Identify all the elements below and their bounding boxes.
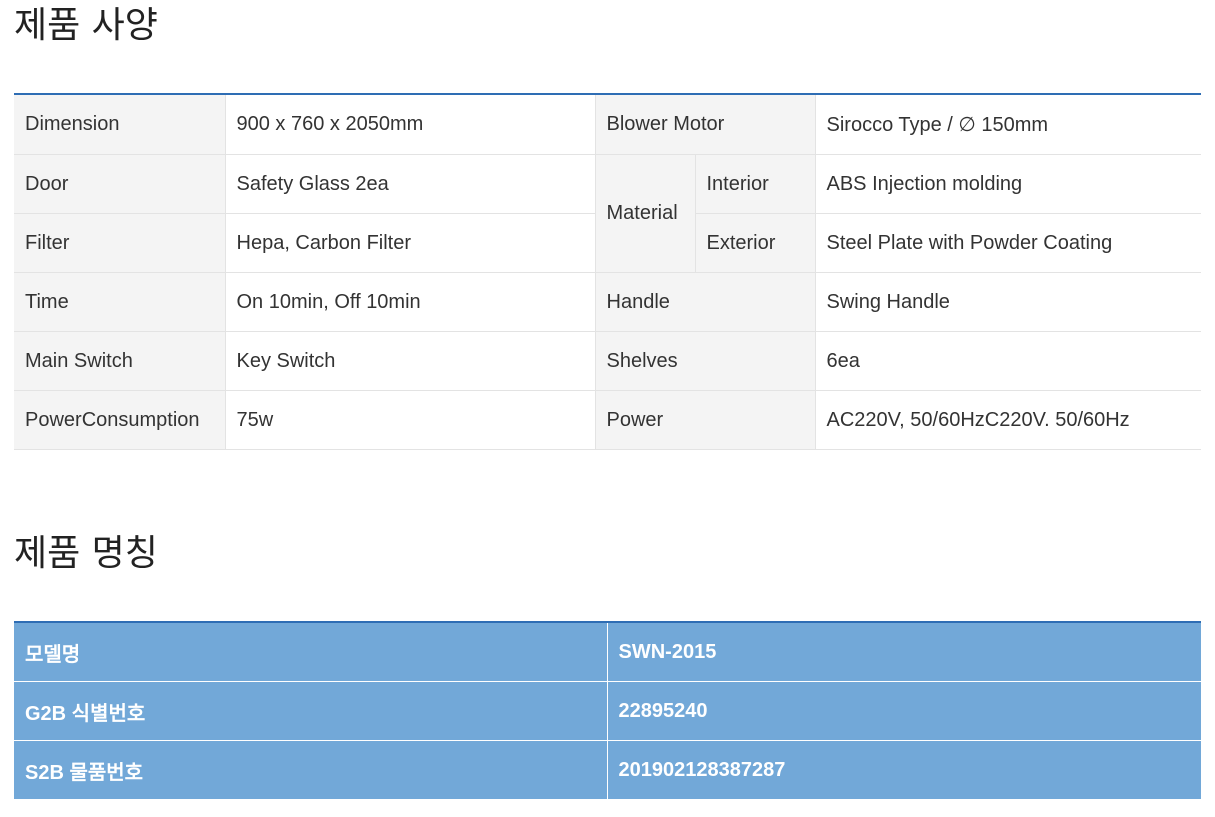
- spec-table: Dimension 900 x 760 x 2050mm Blower Moto…: [14, 93, 1201, 450]
- spec-label-handle: Handle: [595, 272, 816, 332]
- name-value-model: SWN-2015: [607, 622, 1201, 682]
- spec-value-main-switch: Key Switch: [225, 331, 596, 391]
- table-row: Main Switch Key Switch Shelves 6ea: [14, 331, 1201, 391]
- name-value-s2b: 201902128387287: [607, 740, 1201, 800]
- spec-label-shelves: Shelves: [595, 331, 816, 391]
- spec-label-power: Power: [595, 390, 816, 450]
- spec-label-blower-motor: Blower Motor: [595, 94, 816, 155]
- table-row: 모델명 SWN-2015: [14, 622, 1201, 682]
- table-row: G2B 식별번호 22895240: [14, 681, 1201, 741]
- table-row: Dimension 900 x 760 x 2050mm Blower Moto…: [14, 94, 1201, 155]
- name-section-title: 제품 명칭: [14, 533, 158, 574]
- spec-value-shelves: 6ea: [815, 331, 1201, 391]
- spec-value-dimension: 900 x 760 x 2050mm: [225, 94, 596, 155]
- spec-value-exterior: Steel Plate with Powder Coating: [815, 213, 1201, 273]
- spec-value-time: On 10min, Off 10min: [225, 272, 596, 332]
- spec-label-power-consumption: PowerConsumption: [14, 390, 226, 450]
- name-value-g2b: 22895240: [607, 681, 1201, 741]
- spec-value-interior: ABS Injection molding: [815, 154, 1201, 214]
- spec-label-main-switch: Main Switch: [14, 331, 226, 391]
- name-label-s2b: S2B 물품번호: [14, 740, 608, 800]
- spec-value-handle: Swing Handle: [815, 272, 1201, 332]
- spec-label-filter: Filter: [14, 213, 226, 273]
- table-row: PowerConsumption 75w Power AC220V, 50/60…: [14, 390, 1201, 450]
- spec-section-title: 제품 사양: [14, 5, 158, 46]
- spec-label-material: Material: [595, 154, 696, 273]
- spec-value-power-consumption: 75w: [225, 390, 596, 450]
- table-row: S2B 물품번호 201902128387287: [14, 740, 1201, 800]
- spec-label-interior: Interior: [695, 154, 816, 214]
- spec-label-exterior: Exterior: [695, 213, 816, 273]
- table-row: Time On 10min, Off 10min Handle Swing Ha…: [14, 272, 1201, 332]
- spec-label-dimension: Dimension: [14, 94, 226, 155]
- name-label-g2b: G2B 식별번호: [14, 681, 608, 741]
- name-table: 모델명 SWN-2015 G2B 식별번호 22895240 S2B 물품번호 …: [14, 621, 1201, 800]
- spec-label-door: Door: [14, 154, 226, 214]
- table-row: Door Safety Glass 2ea Material Interior …: [14, 154, 1201, 273]
- spec-label-time: Time: [14, 272, 226, 332]
- spec-value-blower-motor: Sirocco Type / ∅ 150mm: [815, 94, 1201, 155]
- name-label-model: 모델명: [14, 622, 608, 682]
- spec-value-filter: Hepa, Carbon Filter: [225, 213, 596, 273]
- spec-value-power: AC220V, 50/60HzC220V. 50/60Hz: [815, 390, 1201, 450]
- spec-value-door: Safety Glass 2ea: [225, 154, 596, 214]
